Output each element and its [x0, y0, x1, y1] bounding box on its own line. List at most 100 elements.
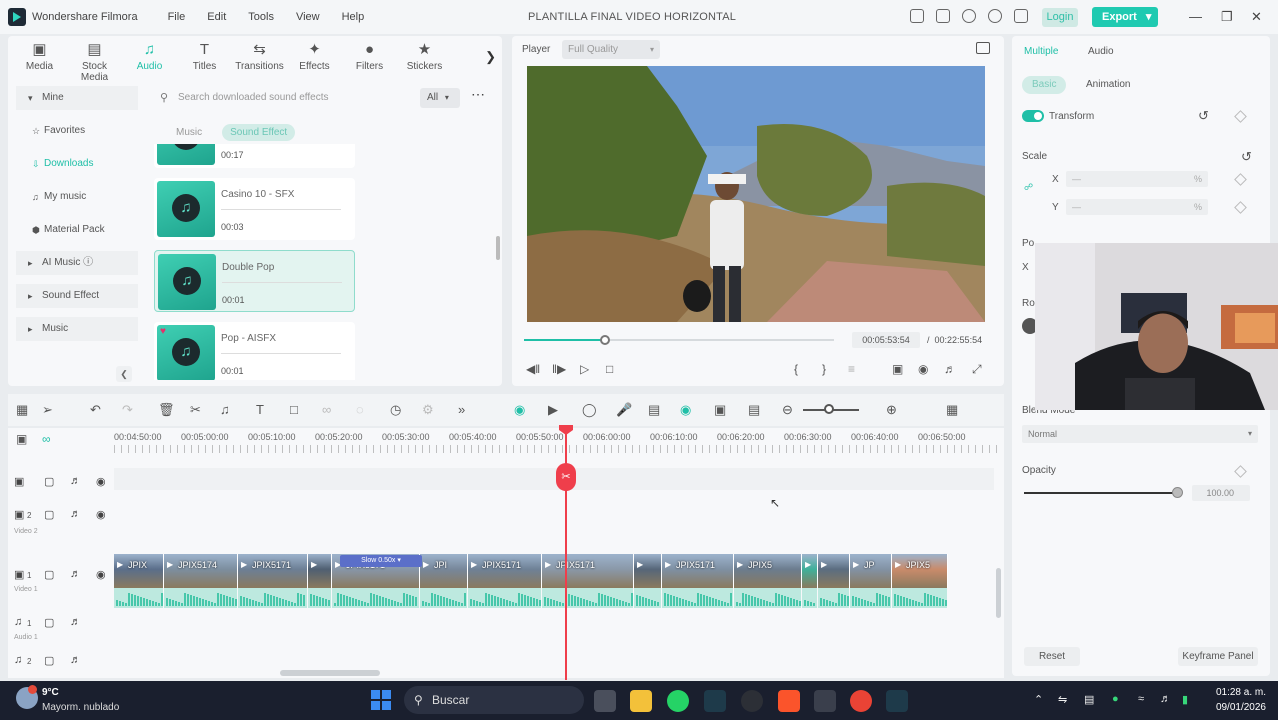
monitor-icon[interactable]: [910, 9, 924, 23]
sidebar-item-music[interactable]: ▸ Music: [16, 317, 138, 341]
video-clip[interactable]: ▶: [634, 554, 662, 588]
audio-waveform[interactable]: [308, 588, 331, 608]
mute-icon[interactable]: ♬: [70, 654, 81, 666]
mute-icon[interactable]: ♬: [70, 508, 81, 520]
keyframe-diamond-icon[interactable]: [1234, 465, 1247, 478]
audio-waveform[interactable]: [332, 588, 419, 608]
play-icon[interactable]: ▷: [580, 362, 589, 376]
eye-icon[interactable]: ◉: [96, 475, 106, 488]
weather-temperature[interactable]: 9°C: [42, 687, 59, 698]
stop-icon[interactable]: □: [606, 362, 613, 376]
tab-stickers[interactable]: ★ Stickers: [397, 36, 452, 80]
link-track-icon[interactable]: ∞: [42, 432, 51, 446]
task-view-icon[interactable]: [594, 690, 616, 712]
delete-icon[interactable]: 🗑: [158, 402, 175, 418]
audio-waveform[interactable]: [634, 588, 661, 608]
list-item[interactable]: ♫ 00:17: [154, 144, 355, 168]
video-clip[interactable]: ▶ JP: [850, 554, 892, 588]
sidebar-item-sound-effect[interactable]: ▸ Sound Effect: [16, 284, 138, 308]
opacity-slider-knob[interactable]: [1172, 487, 1183, 498]
zoom-slider-knob[interactable]: [824, 404, 834, 414]
video-clip[interactable]: ▶ JPIX5171: [238, 554, 308, 588]
sidebar-item-downloads[interactable]: ⇩ Downloads: [16, 152, 138, 176]
sidebar-item-material-pack[interactable]: ⬢ Material Pack: [16, 218, 138, 242]
current-time[interactable]: 00:05:53:54: [852, 332, 920, 348]
menu-edit[interactable]: Edit: [207, 11, 226, 23]
microphone-tray-icon[interactable]: ●: [1112, 693, 1119, 705]
redo-icon[interactable]: ↷: [122, 402, 133, 418]
more-options-icon[interactable]: ⋯: [471, 86, 486, 103]
audio-waveform[interactable]: [164, 588, 237, 608]
save-icon[interactable]: [936, 9, 950, 23]
tab-audio-props[interactable]: Audio: [1088, 46, 1114, 57]
video-clip[interactable]: ▶: [818, 554, 850, 588]
tab-filters[interactable]: ● Filters: [342, 36, 397, 80]
scale-y-field[interactable]: —%: [1066, 199, 1208, 215]
tab-effects[interactable]: ✦ Effects: [287, 36, 342, 80]
tab-multiple[interactable]: Multiple: [1024, 46, 1058, 57]
chevron-up-icon[interactable]: ⌃: [1034, 693, 1043, 706]
audio-waveform[interactable]: [734, 588, 801, 608]
list-scrollbar[interactable]: [496, 236, 500, 260]
audio-waveform[interactable]: [468, 588, 541, 608]
audio-edit-icon[interactable]: ♫: [220, 402, 230, 418]
cut-icon[interactable]: ✂: [190, 402, 201, 418]
link-icon[interactable]: ☍: [1024, 182, 1033, 193]
filmora-active-icon[interactable]: [886, 690, 908, 712]
menu-help[interactable]: Help: [342, 11, 365, 23]
windows-start-icon[interactable]: [371, 690, 391, 710]
mute-icon[interactable]: ♬: [70, 568, 81, 580]
list-item[interactable]: ♫ Casino 10 - SFX 00:03: [154, 178, 355, 240]
track-lane[interactable]: [114, 468, 994, 490]
keyframe-diamond-icon[interactable]: [1234, 201, 1247, 214]
microphone-icon[interactable]: 🎤: [616, 402, 632, 418]
clock-time[interactable]: 01:28 a. m.: [1214, 687, 1266, 698]
list-item[interactable]: ♫ ♥ Pop - AISFX 00:01: [154, 322, 355, 380]
taskbar-search[interactable]: ⚲ Buscar: [404, 686, 584, 714]
collapse-sidebar-icon[interactable]: ❮: [116, 366, 132, 382]
zoom-in-icon[interactable]: ⊕: [886, 402, 897, 418]
video-clip[interactable]: ▶: [802, 554, 818, 588]
restore-icon[interactable]: ❐: [1221, 9, 1233, 25]
video-clip[interactable]: ▶ JPIX5171: [468, 554, 542, 588]
lock-icon[interactable]: ▢: [44, 616, 54, 629]
tray-app-icon[interactable]: ▤: [1084, 693, 1094, 706]
audio-waveform[interactable]: [802, 588, 817, 608]
brave-browser-icon[interactable]: [778, 690, 800, 712]
whatsapp-icon[interactable]: [667, 690, 689, 712]
apps-grid-icon[interactable]: [1014, 9, 1028, 23]
keyframe-panel-button[interactable]: Keyframe Panel: [1178, 647, 1258, 666]
filmora-taskbar-icon[interactable]: [704, 690, 726, 712]
video-clip[interactable]: ▶ JPIX5171: [542, 554, 634, 588]
tab-audio[interactable]: ♫ Audio: [122, 36, 177, 80]
close-icon[interactable]: ✕: [1251, 9, 1262, 25]
video-1-lane[interactable]: ▶ JPIX ▶ JPIX5174 ▶ JPIX5171 ▶ ▶ JPIX5171 ▶ JPI ▶ JP…: [114, 554, 994, 588]
audio-waveform[interactable]: [114, 588, 163, 608]
step-back-icon[interactable]: ◀‖: [526, 362, 540, 376]
audio-waveform[interactable]: [850, 588, 891, 608]
display-icon[interactable]: ▣: [892, 362, 903, 376]
wifi-icon[interactable]: ≈: [1138, 693, 1144, 705]
tab-stock-media[interactable]: ▤ Stock Media: [67, 36, 122, 84]
tab-titles[interactable]: T Titles: [177, 36, 232, 80]
video-clip[interactable]: ▶ JPIX5: [734, 554, 802, 588]
minimize-icon[interactable]: —: [1189, 9, 1202, 24]
video-clip[interactable]: ▶: [308, 554, 332, 588]
mark-out-icon[interactable]: }: [822, 362, 826, 376]
subtab-basic[interactable]: Basic: [1022, 76, 1067, 94]
transform-toggle[interactable]: [1022, 110, 1044, 122]
snap-icon[interactable]: ◉: [680, 402, 691, 418]
link-clips-icon[interactable]: ∞: [322, 402, 331, 418]
audio-waveform[interactable]: [662, 588, 733, 608]
settings-icon[interactable]: ⚙: [422, 402, 434, 418]
video-clip[interactable]: ▶ JPIX5171: [662, 554, 734, 588]
list-item[interactable]: ♫ Double Pop 00:01: [154, 250, 355, 312]
video-clip[interactable]: ▶ JPIX5: [892, 554, 948, 588]
chevron-right-icon[interactable]: ❯: [485, 49, 496, 65]
sidebar-item-my-music[interactable]: ♫ My music: [16, 185, 138, 209]
play-frame-icon[interactable]: ‖▶: [552, 362, 566, 376]
blend-mode-dropdown[interactable]: Normal ▾: [1022, 425, 1258, 443]
sidebar-item-ai-music[interactable]: ▸ AI Music ⓘ: [16, 251, 138, 275]
mute-icon[interactable]: ♬: [70, 616, 81, 628]
audio-waveform[interactable]: [238, 588, 307, 608]
